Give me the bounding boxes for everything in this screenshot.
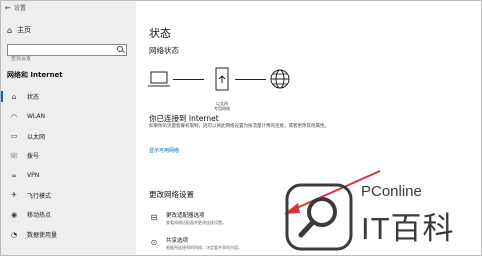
sidebar-item-label: 拨号 — [27, 153, 40, 161]
sidebar-item-vpn[interactable]: ∞ VPN — [1, 166, 136, 186]
sidebar-item-label: 飞行模式 — [27, 192, 52, 200]
sidebar-item-label: 数据使用量 — [27, 232, 58, 240]
router-icon — [215, 67, 229, 91]
dialup-icon: ☏ — [9, 151, 19, 160]
adapter-icon: ⊟ — [150, 213, 158, 222]
option-title: 共享选项 — [166, 238, 189, 244]
home-status-icon: ⌂ — [11, 92, 17, 101]
connection-status-description: 如果你的流量套餐有限制，则可以将此网络设置为按流量计费的连接，或者更改其他属性。 — [149, 124, 329, 129]
watermark-name: IT百科 — [361, 211, 455, 246]
sharing-options-item[interactable]: ⊙ 共享选项 根据所连接到的网络，决定要共享的内容。 — [149, 238, 242, 250]
sidebar-section-heading: 网络和 Internet — [7, 71, 63, 79]
change-settings-heading: 更改网络设置 — [149, 190, 194, 199]
sidebar-item-label: 移动热点 — [27, 212, 52, 220]
home-icon: ⌂ — [7, 25, 13, 35]
show-networks-link[interactable]: 显示可用网络 — [149, 147, 179, 154]
back-arrow-icon[interactable]: ← — [5, 4, 11, 12]
sharing-icon: ⊙ — [150, 238, 158, 247]
sidebar-item-airplane[interactable]: ✈ 飞行模式 — [1, 185, 136, 205]
hotspot-icon: ◉ — [10, 210, 18, 219]
globe-icon — [270, 69, 290, 89]
connection-status-title: 你已连接到 Internet — [149, 114, 219, 123]
ethernet-label: 以太网 专用网络 — [208, 101, 236, 111]
sidebar-item-data-usage[interactable]: ◔ 数据使用量 — [1, 225, 136, 245]
watermark-brand: PConline — [361, 183, 422, 200]
sidebar-item-label: VPN — [27, 172, 40, 180]
search-box[interactable] — [7, 44, 127, 64]
sidebar-item-hotspot[interactable]: ◉ 移动热点 — [1, 205, 136, 225]
network-status-heading: 网络状态 — [149, 46, 179, 55]
window-title-bar: ← 设置 — [5, 3, 26, 13]
sidebar-item-dialup[interactable]: ☏ 拨号 — [1, 146, 136, 166]
search-icon[interactable] — [117, 46, 123, 52]
network-type-label: 专用网络 — [214, 106, 230, 111]
watermark: PConline IT百科 — [279, 177, 479, 255]
connection-line — [173, 79, 204, 80]
pc-icon — [148, 71, 170, 87]
data-usage-icon: ◔ — [10, 230, 18, 239]
option-description: 查看网络适配器并更改连接设置。 — [166, 220, 226, 225]
sidebar-item-wlan[interactable]: ◠ WLAN — [1, 107, 136, 127]
page-title: 状态 — [149, 27, 171, 40]
sidebar-item-label: 以太网 — [27, 133, 46, 141]
sidebar-nav: ⌂ 状态 ◠ WLAN ▭ 以太网 ☏ 拨号 ∞ VPN ✈ 飞行模式 ◉ 移动… — [1, 87, 136, 245]
airplane-icon: ✈ — [11, 191, 17, 200]
wifi-icon: ◠ — [10, 112, 18, 121]
connection-line — [235, 79, 266, 80]
home-nav-item[interactable]: ⌂ 主页 — [7, 25, 31, 35]
vpn-icon: ∞ — [11, 171, 17, 180]
adapter-options-item[interactable]: ⊟ 更改适配器选项 查看网络适配器并更改连接设置。 — [149, 213, 226, 225]
ethernet-icon: ▭ — [10, 132, 18, 141]
search-input[interactable] — [8, 54, 114, 64]
option-title: 更改适配器选项 — [166, 213, 205, 219]
settings-window: ← 设置 ⌂ 主页 网络和 Internet ⌂ 状态 ◠ WLAN ▭ 以太网 — [0, 0, 482, 256]
option-description: 根据所连接到的网络，决定要共享的内容。 — [166, 245, 242, 250]
sidebar-item-label: 状态 — [27, 94, 40, 102]
sidebar-item-label: WLAN — [27, 113, 46, 121]
sidebar-item-ethernet[interactable]: ▭ 以太网 — [1, 126, 136, 146]
window-title: 设置 — [13, 5, 26, 12]
sidebar: ← 设置 ⌂ 主页 网络和 Internet ⌂ 状态 ◠ WLAN ▭ 以太网 — [1, 1, 136, 255]
sidebar-item-status[interactable]: ⌂ 状态 — [1, 87, 136, 107]
magnifier-logo-icon — [285, 183, 353, 251]
home-label: 主页 — [17, 26, 32, 34]
